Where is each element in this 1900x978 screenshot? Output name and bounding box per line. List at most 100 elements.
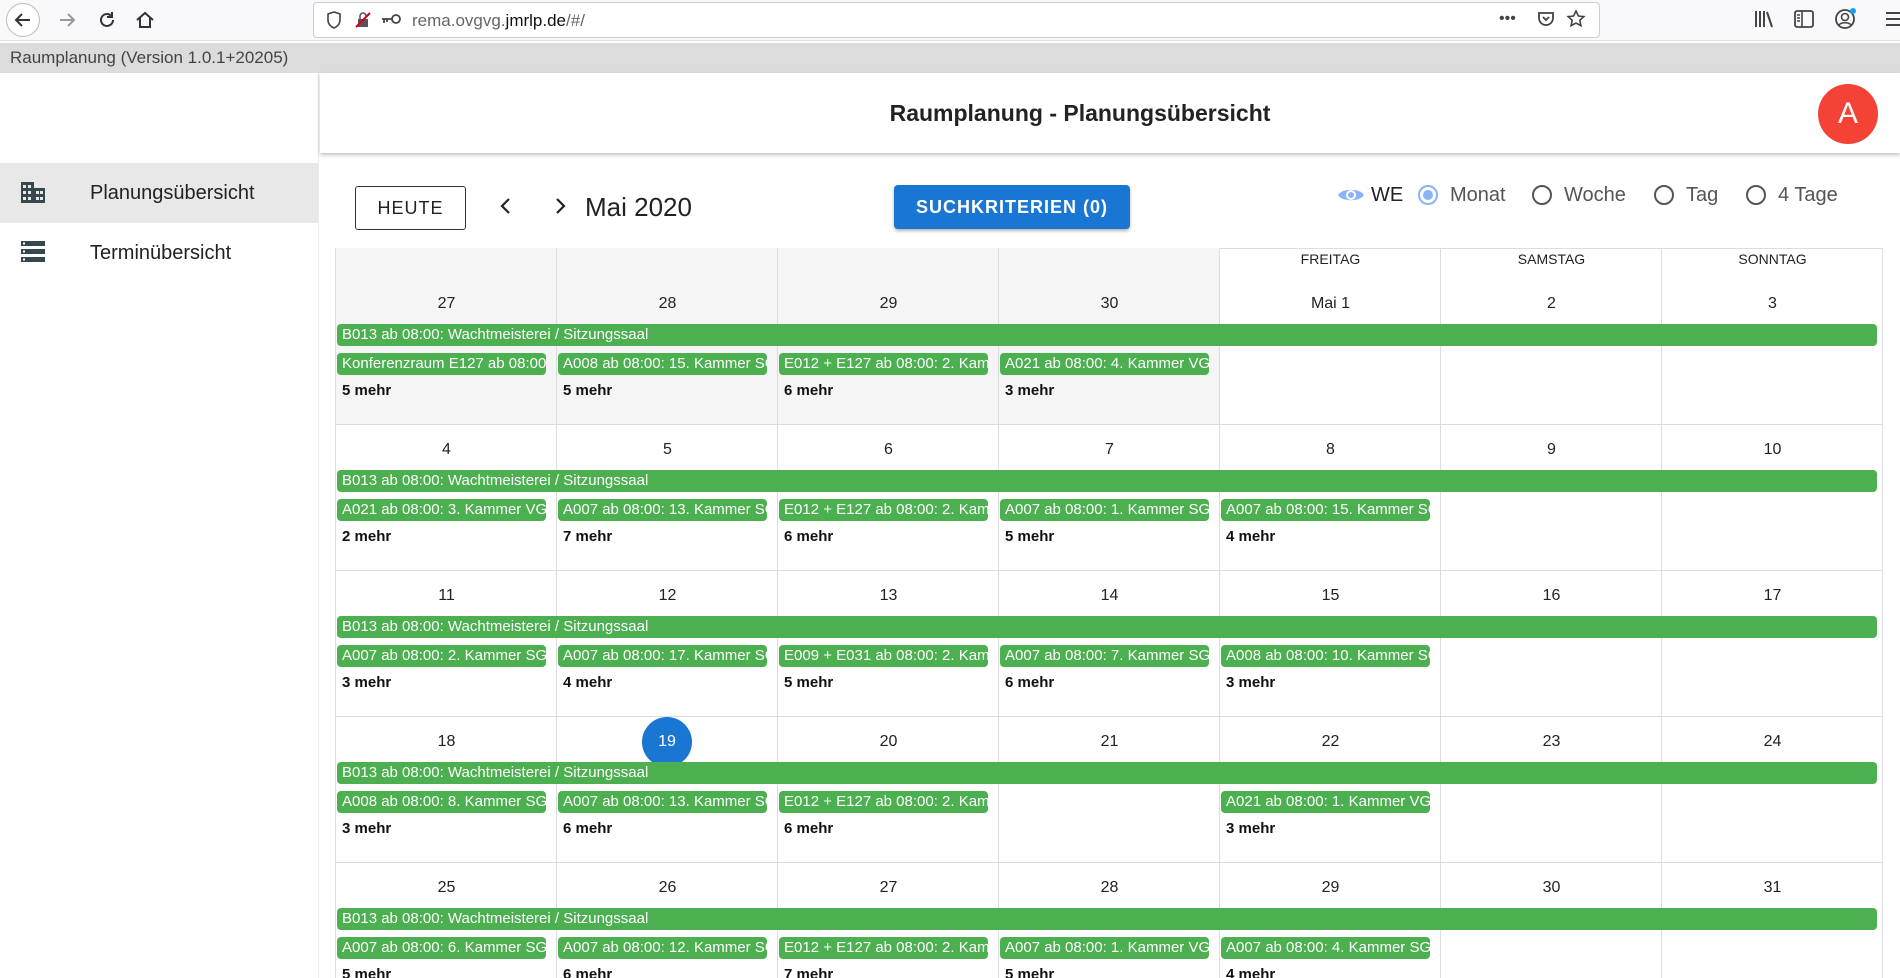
- calendar-event[interactable]: A008 ab 08:00: 15. Kammer SG: [558, 353, 767, 375]
- day-number[interactable]: 11: [336, 587, 557, 605]
- day-number[interactable]: 29: [1220, 879, 1441, 897]
- search-criteria-button[interactable]: SUCHKRITERIEN (0): [894, 185, 1130, 229]
- day-number[interactable]: 14: [999, 587, 1220, 605]
- more-events-link[interactable]: 5 mehr: [784, 674, 833, 691]
- url-bar[interactable]: rema.ovgvg.jmrlp.de/#/ •••: [313, 2, 1600, 38]
- more-events-link[interactable]: 6 mehr: [784, 820, 833, 837]
- radio-4-tage[interactable]: [1746, 185, 1766, 205]
- calendar-event[interactable]: A021 ab 08:00: 1. Kammer VG: [1221, 791, 1430, 813]
- calendar-event[interactable]: A007 ab 08:00: 1. Kammer VG: [1000, 937, 1209, 959]
- calendar-event[interactable]: A008 ab 08:00: 10. Kammer SG: [1221, 645, 1430, 667]
- home-icon[interactable]: [128, 3, 162, 37]
- calendar-event[interactable]: E012 + E127 ab 08:00: 2. Kammer: [779, 791, 988, 813]
- library-icon[interactable]: [1753, 9, 1775, 34]
- calendar-event[interactable]: A007 ab 08:00: 13. Kammer SG: [558, 499, 767, 521]
- day-number[interactable]: 12: [557, 587, 778, 605]
- more-events-link[interactable]: 5 mehr: [1005, 528, 1054, 545]
- day-number[interactable]: 24: [1662, 733, 1883, 751]
- calendar-event[interactable]: Konferenzraum E127 ab 08:00: Konferenz: [337, 353, 546, 375]
- day-number[interactable]: 3: [1662, 295, 1883, 313]
- day-number[interactable]: 9: [1441, 441, 1662, 459]
- day-number[interactable]: 15: [1220, 587, 1441, 605]
- account-icon[interactable]: [1834, 8, 1856, 35]
- more-events-link[interactable]: 5 mehr: [342, 382, 391, 399]
- day-number[interactable]: 30: [999, 295, 1220, 313]
- more-events-link[interactable]: 6 mehr: [784, 528, 833, 545]
- day-number[interactable]: 13: [778, 587, 999, 605]
- more-events-link[interactable]: 5 mehr: [563, 382, 612, 399]
- view-option-monat[interactable]: Monat: [1418, 180, 1506, 210]
- day-number[interactable]: 8: [1220, 441, 1441, 459]
- calendar-event[interactable]: A007 ab 08:00: 13. Kammer SG: [558, 791, 767, 813]
- day-number[interactable]: 30: [1441, 879, 1662, 897]
- day-number[interactable]: 27: [778, 879, 999, 897]
- day-number[interactable]: 20: [778, 733, 999, 751]
- calendar-event[interactable]: A007 ab 08:00: 1. Kammer SG: [1000, 499, 1209, 521]
- today-day-number[interactable]: 19: [642, 717, 692, 767]
- calendar-event[interactable]: A021 ab 08:00: 4. Kammer VG: [1000, 353, 1209, 375]
- more-events-link[interactable]: 7 mehr: [784, 966, 833, 978]
- more-events-link[interactable]: 5 mehr: [1005, 966, 1054, 978]
- calendar-event[interactable]: A008 ab 08:00: 8. Kammer SG: [337, 791, 546, 813]
- more-events-link[interactable]: 7 mehr: [563, 528, 612, 545]
- more-events-link[interactable]: 6 mehr: [1005, 674, 1054, 691]
- forward-icon[interactable]: [50, 3, 84, 37]
- day-number[interactable]: 28: [557, 295, 778, 313]
- day-number[interactable]: 31: [1662, 879, 1883, 897]
- day-number[interactable]: 4: [336, 441, 557, 459]
- radio-tag[interactable]: [1654, 185, 1674, 205]
- chevron-right-icon[interactable]: [548, 194, 572, 218]
- back-icon[interactable]: [6, 3, 40, 37]
- chevron-left-icon[interactable]: [494, 194, 518, 218]
- calendar-event-banner[interactable]: B013 ab 08:00: Wachtmeisterei / Sitzungs…: [337, 762, 1877, 784]
- more-events-link[interactable]: 4 mehr: [563, 674, 612, 691]
- more-events-link[interactable]: 4 mehr: [1226, 966, 1275, 978]
- calendar-event[interactable]: A007 ab 08:00: 7. Kammer SG: [1000, 645, 1209, 667]
- day-number[interactable]: 21: [999, 733, 1220, 751]
- day-number[interactable]: 28: [999, 879, 1220, 897]
- day-number[interactable]: 25: [336, 879, 557, 897]
- calendar-event[interactable]: A007 ab 08:00: 2. Kammer SG: [337, 645, 546, 667]
- view-option-tag[interactable]: Tag: [1654, 180, 1718, 210]
- day-number[interactable]: 2: [1441, 295, 1662, 313]
- more-events-link[interactable]: 5 mehr: [342, 966, 391, 978]
- day-number[interactable]: 18: [336, 733, 557, 751]
- sidebar-item-planungsuebersicht[interactable]: Planungsübersicht: [0, 163, 318, 223]
- more-events-link[interactable]: 3 mehr: [1005, 382, 1054, 399]
- weekend-toggle[interactable]: WE: [1337, 180, 1403, 210]
- more-events-link[interactable]: 3 mehr: [342, 820, 391, 837]
- radio-woche[interactable]: [1532, 185, 1552, 205]
- more-events-link[interactable]: 6 mehr: [784, 382, 833, 399]
- view-option-woche[interactable]: Woche: [1532, 180, 1626, 210]
- day-number[interactable]: 7: [999, 441, 1220, 459]
- calendar-event[interactable]: A007 ab 08:00: 12. Kammer SG: [558, 937, 767, 959]
- day-number[interactable]: Mai 1: [1220, 295, 1441, 313]
- day-number[interactable]: 22: [1220, 733, 1441, 751]
- calendar-event[interactable]: A007 ab 08:00: 4. Kammer SG: [1221, 937, 1430, 959]
- calendar-event[interactable]: E009 + E031 ab 08:00: 2. Kammer: [779, 645, 988, 667]
- calendar-event[interactable]: A007 ab 08:00: 15. Kammer SG: [1221, 499, 1430, 521]
- reload-icon[interactable]: [90, 3, 124, 37]
- more-events-link[interactable]: 2 mehr: [342, 528, 391, 545]
- bookmark-star-icon[interactable]: [1566, 9, 1586, 34]
- day-number[interactable]: 17: [1662, 587, 1883, 605]
- calendar-event[interactable]: E012 + E127 ab 08:00: 2. Kammer: [779, 353, 988, 375]
- app-menu-icon[interactable]: [1884, 9, 1900, 34]
- sidebar-item-terminuebersicht[interactable]: Terminübersicht: [0, 223, 318, 283]
- calendar-event[interactable]: A007 ab 08:00: 6. Kammer SG: [337, 937, 546, 959]
- more-events-link[interactable]: 3 mehr: [342, 674, 391, 691]
- day-number[interactable]: 6: [778, 441, 999, 459]
- sidebar-toggle-icon[interactable]: [1793, 9, 1815, 34]
- more-events-link[interactable]: 6 mehr: [563, 820, 612, 837]
- radio-monat[interactable]: [1418, 185, 1438, 205]
- page-actions-menu[interactable]: •••: [1499, 10, 1516, 28]
- pocket-icon[interactable]: [1536, 9, 1556, 34]
- day-number[interactable]: 5: [557, 441, 778, 459]
- more-events-link[interactable]: 3 mehr: [1226, 820, 1275, 837]
- calendar-event-banner[interactable]: B013 ab 08:00: Wachtmeisterei / Sitzungs…: [337, 616, 1877, 638]
- day-number[interactable]: 27: [336, 295, 557, 313]
- calendar-event[interactable]: E012 + E127 ab 08:00: 2. Kammer: [779, 937, 988, 959]
- day-number[interactable]: 26: [557, 879, 778, 897]
- calendar-event-banner[interactable]: B013 ab 08:00: Wachtmeisterei / Sitzungs…: [337, 470, 1877, 492]
- day-number[interactable]: 16: [1441, 587, 1662, 605]
